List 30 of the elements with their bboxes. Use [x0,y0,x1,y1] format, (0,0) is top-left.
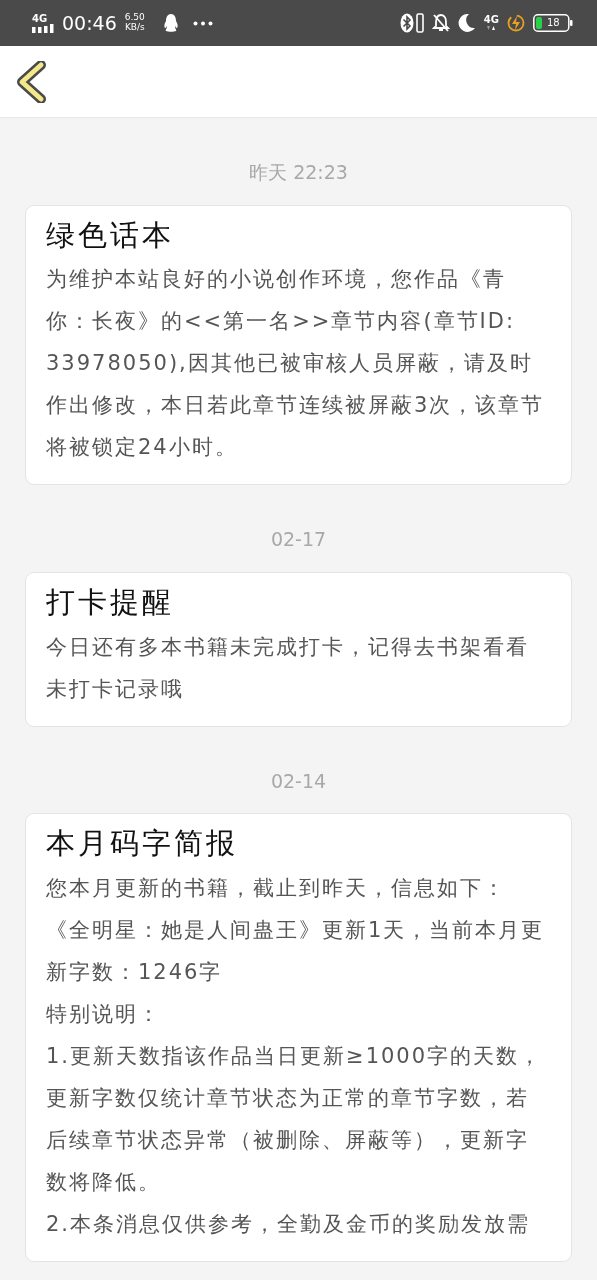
network-type: 4G [32,13,48,24]
network-speed: 6.50 [124,13,145,23]
message-date: 02-17 [269,527,328,553]
message-text: 为维护本站良好的小说创作环境，您作品《青你：长夜》的<<第一名>>章节内容(章节ID: 33978050),因其他已被审核人员屏蔽，请及时作出修改，本日若此章节连续被屏蔽3次，该章节将被锁定24小时。 [46,266,546,462]
signal-icon [32,23,54,33]
vibrate-icon [415,13,424,33]
message-text: 《全明星：她是人间蛊王》更新1天，当前本月更新字数：1246字 [46,916,546,986]
data-arrows-icon [486,25,497,31]
back-icon[interactable] [16,60,46,103]
battery-icon [533,14,573,32]
message-text: 1.更新天数指该作品当日更新≥1000字的天数，更新字数仅统计章节状态为正常的章节字数，若后续章节状态异常（被删除、屏蔽等），更新字数将降低。 [46,1042,544,1196]
penguin-icon [162,13,179,33]
message-text: 今日还有多本书籍未完成打卡，记得去书架看看未打卡记录哦 [46,633,530,703]
message-title: 本月码字简报 [46,826,239,861]
message-title: 绿色话本 [46,217,175,253]
data-network-type: 4G [483,15,499,25]
message-text: 2.本条消息仅供参考，全勤及金币的奖励发放需 [46,1210,532,1238]
message-title: 打卡提醒 [46,584,175,620]
message-text: 特别说明： [46,1000,162,1028]
message-date: 02-14 [269,768,328,794]
charging-icon [507,14,525,32]
bluetooth-icon [399,13,414,33]
bell-off-icon [431,13,450,33]
moon-icon [457,13,476,33]
message-date: 昨天 22:23 [248,160,349,185]
battery-level: 18 [547,18,560,28]
clock-time: 00:46 [62,10,117,36]
speed-unit: KB/s [124,23,145,33]
message-text: 您本月更新的书籍，截止到昨天，信息如下： [46,874,507,902]
more-icon [192,20,213,26]
